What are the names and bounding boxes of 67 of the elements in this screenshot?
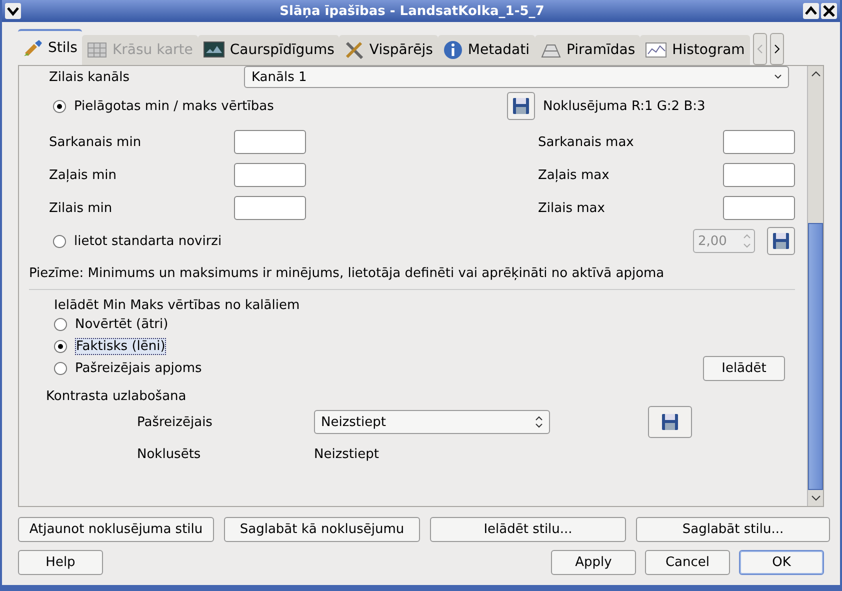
input-field[interactable] xyxy=(723,196,795,220)
brush-icon xyxy=(23,39,43,57)
grid-icon xyxy=(87,42,108,58)
tab[interactable]: Piramīdas xyxy=(534,35,640,65)
field-label: Zilais max xyxy=(538,200,606,216)
chevron-right-icon xyxy=(774,44,780,54)
style-button[interactable]: Saglabāt stilu... xyxy=(636,517,830,542)
dialog-button[interactable]: Apply xyxy=(551,550,636,575)
input-field[interactable] xyxy=(723,163,795,187)
field-label: Zaļais max xyxy=(538,168,610,182)
current-label: Pašreizējais xyxy=(137,414,214,430)
band-label: Zilais kanāls xyxy=(49,70,130,84)
save-button[interactable] xyxy=(648,406,692,438)
info-icon xyxy=(442,40,463,60)
tab[interactable]: Vispārējs xyxy=(339,35,438,65)
radio-label: Pielāgotas min / maks vērtības xyxy=(74,98,274,114)
radio-button[interactable] xyxy=(54,340,67,352)
load-button[interactable]: Ielādēt xyxy=(703,356,785,380)
input-field[interactable] xyxy=(723,130,795,154)
tab-scroll-right-button[interactable] xyxy=(770,33,784,65)
scrollbar-thumb[interactable] xyxy=(808,222,823,490)
default-label: Noklusēts xyxy=(137,446,202,462)
radio-label: Pašreizējais apjoms xyxy=(75,360,202,376)
note-text: Piezīme: Minimums un maksimums ir minējums, lietotāja definēti vai aprēķināti no aktīvā apjoma xyxy=(29,266,666,281)
contrast-dropdown[interactable]: Neizstiept xyxy=(314,410,550,434)
radio-label: Faktisks (lēni) xyxy=(75,338,166,354)
image-icon xyxy=(202,41,225,59)
radio-button[interactable] xyxy=(54,318,67,330)
input-field[interactable] xyxy=(234,130,306,154)
dialog-button[interactable]: Cancel xyxy=(645,550,730,575)
window-title: Slāņa īpašības - LandsatKolka_1-5_7 xyxy=(278,4,546,18)
field-label: Zilais min xyxy=(49,200,114,216)
updown-arrows-icon xyxy=(535,416,543,428)
maximize-icon[interactable] xyxy=(803,3,819,19)
field-label: Zaļais min xyxy=(49,168,118,182)
input-field[interactable] xyxy=(234,196,306,220)
scroll-up-icon xyxy=(810,70,820,78)
vertical-scrollbar[interactable] xyxy=(807,66,823,506)
tab[interactable]: Stils xyxy=(18,29,82,65)
style-button[interactable]: Saglabāt kā noklusējumu xyxy=(224,517,420,542)
style-button[interactable]: Ielādēt stilu... xyxy=(430,517,626,542)
default-bands-label: Noklusējuma R:1 G:2 B:3 xyxy=(543,98,706,114)
input-field[interactable] xyxy=(234,163,306,187)
scroll-down-icon xyxy=(810,494,820,502)
radio-button[interactable] xyxy=(54,362,67,374)
chevron-left-icon xyxy=(756,44,763,54)
chart-icon xyxy=(645,42,668,58)
tab[interactable]: Caurspīdīgums xyxy=(198,35,340,65)
dialog-button[interactable]: OK xyxy=(739,550,824,575)
field-label: Sarkanais min xyxy=(49,134,142,150)
style-button[interactable]: Atjaunot noklusējuma stilu xyxy=(18,517,214,542)
band-dropdown[interactable]: Kanāls 1 xyxy=(244,66,790,88)
save-button[interactable] xyxy=(507,92,535,120)
tab[interactable]: Metadati xyxy=(438,35,535,65)
radio-label: lietot standarta novirzi xyxy=(74,234,222,248)
section-title: Kontrasta uzlabošana xyxy=(46,389,188,404)
default-value: Neizstiept xyxy=(314,446,379,462)
field-label: Sarkanais max xyxy=(538,134,635,150)
help-button[interactable]: Help xyxy=(18,550,103,575)
radio-button[interactable] xyxy=(53,100,66,112)
tools-icon xyxy=(344,41,364,59)
save-button[interactable] xyxy=(767,227,795,255)
menu-icon[interactable] xyxy=(5,3,21,19)
close-icon[interactable] xyxy=(821,3,837,19)
section-title: Ielādēt Min Maks vērtības no kalāliem xyxy=(54,298,301,313)
tab[interactable]: Histogram xyxy=(640,35,750,65)
radio-label: Novērtēt (ātri) xyxy=(75,316,168,332)
